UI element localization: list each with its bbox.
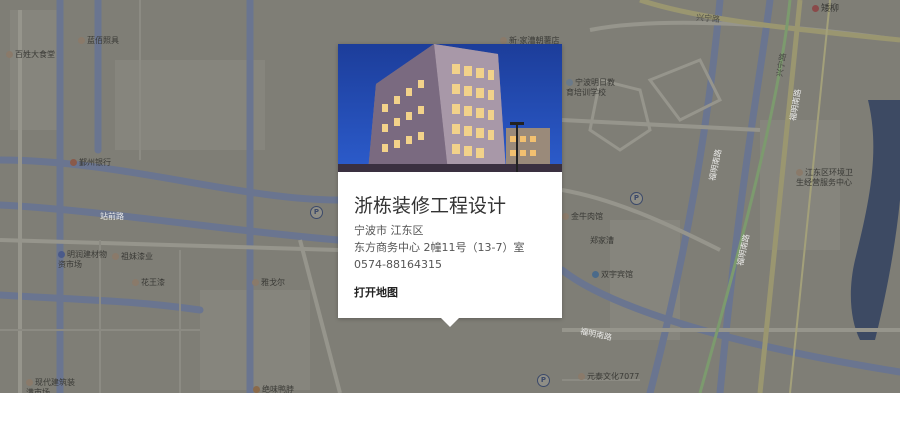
parking-icon: P xyxy=(537,374,550,387)
map-label-xiandai: 现代建筑装潢市场 xyxy=(26,378,75,393)
parking-icon: P xyxy=(310,206,323,219)
restaurant-icon xyxy=(562,213,569,220)
restaurant-icon xyxy=(253,386,260,393)
office-icon xyxy=(796,169,803,176)
hotel-icon xyxy=(592,271,599,278)
place-phone: 0574-88164315 xyxy=(354,258,442,271)
shop-icon xyxy=(78,37,85,44)
map-label-zhanqian-road: 站前路 xyxy=(100,212,124,221)
map-label-yage: 雅戈尔 xyxy=(252,278,285,288)
restaurant-icon xyxy=(6,51,13,58)
popup-body: 浙栋装修工程设计 宁波市 江东区 东方商务中心 2幢11号（13-7）室 057… xyxy=(354,194,554,300)
building-photo xyxy=(338,44,562,172)
map-label-zumei: 祖妹漆业 xyxy=(112,252,153,262)
map-label-mingrun: 明润建材物资市场 xyxy=(58,250,107,269)
market-icon xyxy=(58,251,65,258)
map-label-yinfeng: 元泰文化7077 xyxy=(578,372,639,382)
map-label-restaurant: 百姓大食堂 xyxy=(6,50,55,60)
shop-icon xyxy=(500,37,507,44)
map-label-school: 宁波明日教育培训学校 xyxy=(566,78,615,97)
map-label-juehua: 绝味鸭脖 xyxy=(253,385,294,393)
shop-icon xyxy=(112,253,119,260)
market-icon xyxy=(26,379,33,386)
map-label-xinhua: 金牛肉馆 xyxy=(562,212,603,222)
map-label-huawang: 花王漆 xyxy=(132,278,165,288)
map-label-zhengxiang: 郑家漕 xyxy=(590,236,614,245)
shop-icon xyxy=(252,279,259,286)
map-label-top-right: 矮柳 xyxy=(812,4,839,14)
info-popup: 浙栋装修工程设计 宁波市 江东区 东方商务中心 2幢11号（13-7）室 057… xyxy=(338,44,562,318)
open-map-link[interactable]: 打开地图 xyxy=(354,284,398,300)
shop-icon xyxy=(132,279,139,286)
map-label-xingning-road: 兴宁路 xyxy=(695,12,721,25)
school-icon xyxy=(566,79,573,86)
map-label-lanbai: 蓝佰照具 xyxy=(78,36,119,46)
map-label-shengtai: 双宇宾馆 xyxy=(592,270,633,280)
map-label-jiangdong-env: 江东区环境卫生经营服务中心 xyxy=(796,168,853,187)
place-address: 东方商务中心 2幢11号（13-7）室 xyxy=(354,241,525,254)
map-label-bank: 鄞州银行 xyxy=(70,158,111,168)
parking-icon: P xyxy=(630,192,643,205)
place-title: 浙栋装修工程设计 xyxy=(354,195,507,217)
place-district: 宁波市 江东区 xyxy=(354,224,424,237)
popup-pointer xyxy=(440,317,460,327)
bank-icon xyxy=(70,159,77,166)
place-icon xyxy=(812,5,819,12)
shop-icon xyxy=(578,373,585,380)
